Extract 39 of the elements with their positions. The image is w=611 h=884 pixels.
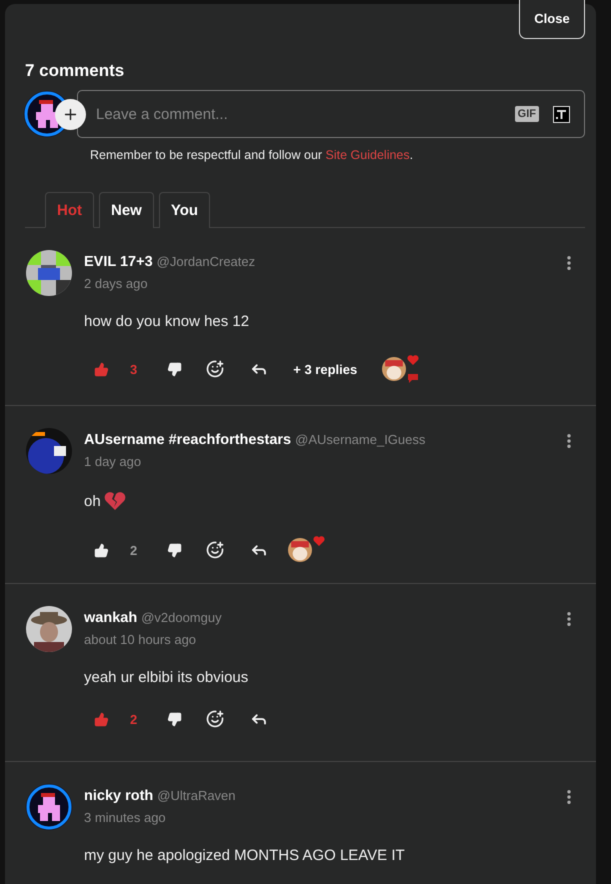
close-button[interactable]: Close — [519, 0, 585, 39]
user-handle: @AUsername_IGuess — [295, 432, 426, 447]
broken-heart-icon — [104, 491, 126, 511]
user-name: EVIL 17+3 — [84, 254, 153, 270]
comment-time: 2 days ago — [84, 276, 149, 291]
dislike-button[interactable] — [167, 712, 182, 726]
comment-time: about 10 hours ago — [84, 632, 198, 647]
comment-text: my guy he apologized MONTHS AGO LEAVE IT — [84, 847, 405, 864]
comment-text: how do you know hes 12 — [84, 313, 250, 330]
site-guidelines-link[interactable]: Site Guidelines — [326, 148, 410, 162]
user-handle: @v2doomguy — [141, 610, 222, 625]
user-name: AUsername #reachforthestars — [84, 432, 292, 448]
heart-icon — [407, 354, 420, 366]
dislike-button[interactable] — [167, 362, 182, 376]
user-handle: @JordanCreatez — [156, 254, 256, 269]
comments-heading: 7 comments — [25, 60, 126, 82]
comment-text: yeah ur elbibi its obvious — [84, 669, 248, 686]
like-count: 2 — [130, 712, 138, 726]
dislike-button[interactable] — [167, 542, 182, 558]
guidelines-notice: Remember to be respectful and follow our Site Guidelines. — [90, 148, 414, 162]
comment-time: 3 minutes ago — [84, 810, 167, 825]
add-reaction-button[interactable] — [206, 360, 224, 378]
comment-field[interactable]: Leave a comment... GIF — [77, 90, 585, 138]
heart-icon — [313, 535, 326, 547]
sort-tab[interactable]: You — [158, 192, 210, 228]
gif-button[interactable]: GIF — [514, 106, 539, 122]
comment-text: oh — [84, 492, 101, 510]
user-name: wankah — [84, 610, 138, 626]
comment-time: 1 day ago — [84, 454, 142, 469]
add-button[interactable] — [55, 98, 86, 130]
add-reaction-button[interactable] — [206, 710, 224, 728]
sort-tab[interactable]: New — [99, 192, 154, 228]
like-count: 3 — [130, 362, 138, 376]
speech-bubble-icon — [407, 372, 420, 384]
like-count: 2 — [130, 542, 138, 558]
add-reaction-button[interactable] — [206, 541, 224, 559]
sticker-icon[interactable] — [553, 106, 570, 122]
user-handle: @UltraRaven — [157, 788, 236, 803]
user-name: nicky roth — [84, 788, 154, 804]
